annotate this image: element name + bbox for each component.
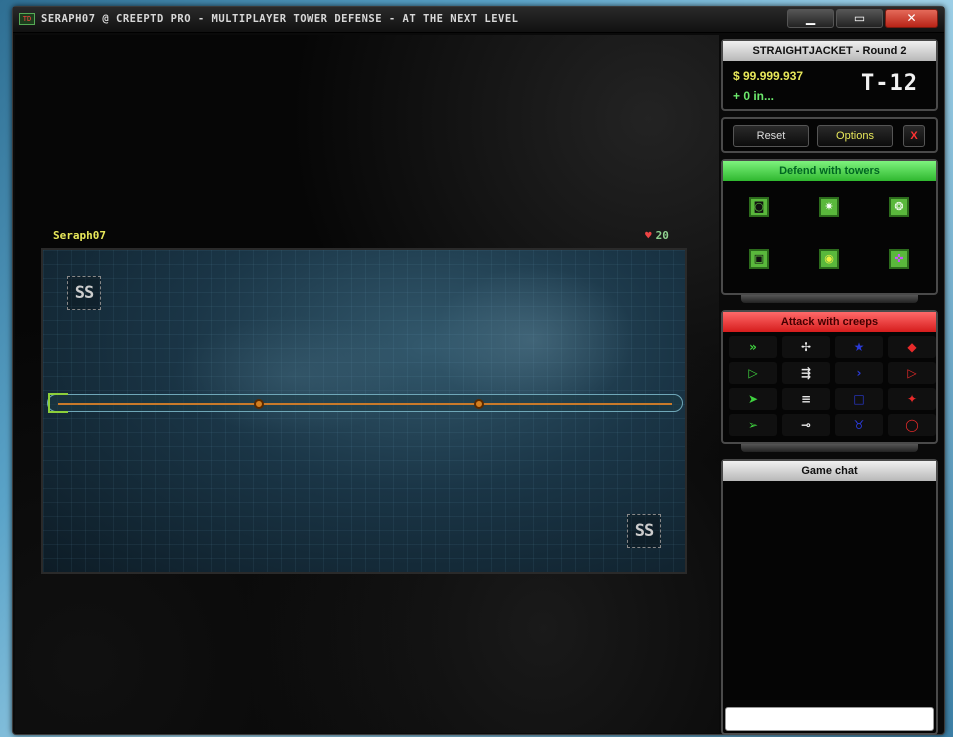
cross-arrows-icon: ✢ [800,340,812,354]
creep-button[interactable]: ➤ [729,388,777,410]
spark-icon: ✦ [906,392,918,406]
waypoint-icon [254,399,264,409]
reset-button[interactable]: Reset [733,125,809,147]
creep-button[interactable]: ◯ [888,414,936,436]
controls-panel: Reset Options X [721,117,938,153]
tower-button-6[interactable]: ✜ [889,249,909,269]
crosshair-tower-icon: ✜ [894,252,904,265]
money-display: $ 99.999.937 [733,69,804,83]
creep-button[interactable]: ★ [835,336,883,358]
creep-button[interactable]: ✢ [782,336,830,358]
chat-log [723,481,936,699]
creep-button[interactable]: □ [835,388,883,410]
gun-tower-icon: ◙ [753,200,765,213]
game-background: Seraph07 ♥ 20 SS SS [15,35,719,733]
income-display: + 0 in... [733,89,775,103]
dart-icon: ➢ [747,418,759,432]
app-icon: TD [19,13,35,25]
round-timer: T-12 [861,71,918,96]
double-chevron-icon: » [749,340,757,354]
field-cloud [163,310,423,440]
creep-button[interactable]: ➢ [729,414,777,436]
arrowhead-icon: ➤ [747,392,759,406]
square-tower-icon: ▣ [753,252,765,265]
creep-button[interactable]: ▷ [729,362,777,384]
creep-button[interactable]: ≡ [782,388,830,410]
lives-value: 20 [655,229,669,242]
creep-button[interactable]: ◆ [888,336,936,358]
path-line [58,403,672,405]
round-header: STRAIGHTJACKET - Round 2 [723,41,936,61]
creep-grid: » ✢ ★ ◆ ▷ ⇶ › ▷ ➤ ≡ □ ✦ ➢ ⊸ ♉ ◯ [723,332,936,442]
tower-button-5[interactable]: ◉ [819,249,839,269]
game-field[interactable]: SS SS [41,248,687,574]
orb-tower-icon: ❂ [894,200,904,213]
minimize-button[interactable]: ▁ [787,9,834,28]
options-button[interactable]: Options [817,125,893,147]
player-name: Seraph07 [53,229,106,242]
creep-button[interactable]: ♉ [835,414,883,436]
creep-button[interactable]: ⇶ [782,362,830,384]
close-window-button[interactable]: ✕ [885,9,938,28]
bars-icon: ≡ [800,392,812,406]
creeps-panel: Attack with creeps » ✢ ★ ◆ ▷ ⇶ › ▷ ➤ ≡ □ ✦ ➢ ⊸ ♉ ◯ [721,310,938,444]
ring-icon: ◯ [905,418,919,432]
arrow-outline-icon: ▷ [748,366,758,380]
star-icon: ★ [853,340,865,354]
key-icon: ⊸ [800,418,812,432]
chat-panel: Game chat [721,459,938,735]
spawn-point: SS [67,276,101,310]
creep-path [47,393,683,413]
creep-button[interactable]: ▷ [888,362,936,384]
title-bar[interactable]: TD SERAPH07 @ CREEPTD PRO - MULTIPLAYER … [13,7,944,33]
starburst-tower-icon: ✷ [824,200,834,213]
tower-button-4[interactable]: ▣ [749,249,769,269]
heart-icon: ♥ [645,229,652,242]
chat-input[interactable] [725,707,934,731]
dot-tower-icon: ◉ [824,252,834,265]
creep-button[interactable]: ✦ [888,388,936,410]
panel-divider [741,444,918,452]
tower-button-2[interactable]: ✷ [819,197,839,217]
bug-icon: ♉ [853,418,865,432]
creep-button[interactable]: › [835,362,883,384]
panel-divider [741,295,918,303]
tower-button-1[interactable]: ◙ [749,197,769,217]
arrow-ship-icon: ⇶ [800,366,812,380]
chevron-icon: › [856,366,862,380]
tower-grid: ◙ ✷ ❂ ▣ ◉ ✜ [723,181,936,293]
triangle-icon: ▷ [907,366,917,380]
tower-button-3[interactable]: ❂ [889,197,909,217]
game-window: TD SERAPH07 @ CREEPTD PRO - MULTIPLAYER … [12,6,945,735]
lives-counter: ♥ 20 [645,229,669,242]
exit-game-button[interactable]: X [903,125,925,147]
square-outline-icon: □ [853,392,865,406]
window-title: SERAPH07 @ CREEPTD PRO - MULTIPLAYER TOW… [41,13,519,25]
diamond-icon: ◆ [907,340,917,354]
creep-button[interactable]: » [729,336,777,358]
chat-header: Game chat [723,461,936,481]
maximize-button[interactable]: ▭ [836,9,883,28]
waypoint-icon [474,399,484,409]
spawn-point: SS [627,514,661,548]
towers-panel: Defend with towers ◙ ✷ ❂ ▣ ◉ ✜ [721,159,938,295]
creep-button[interactable]: ⊸ [782,414,830,436]
towers-header: Defend with towers [723,161,936,181]
creeps-header: Attack with creeps [723,312,936,332]
status-panel: STRAIGHTJACKET - Round 2 $ 99.999.937 + … [721,39,938,111]
